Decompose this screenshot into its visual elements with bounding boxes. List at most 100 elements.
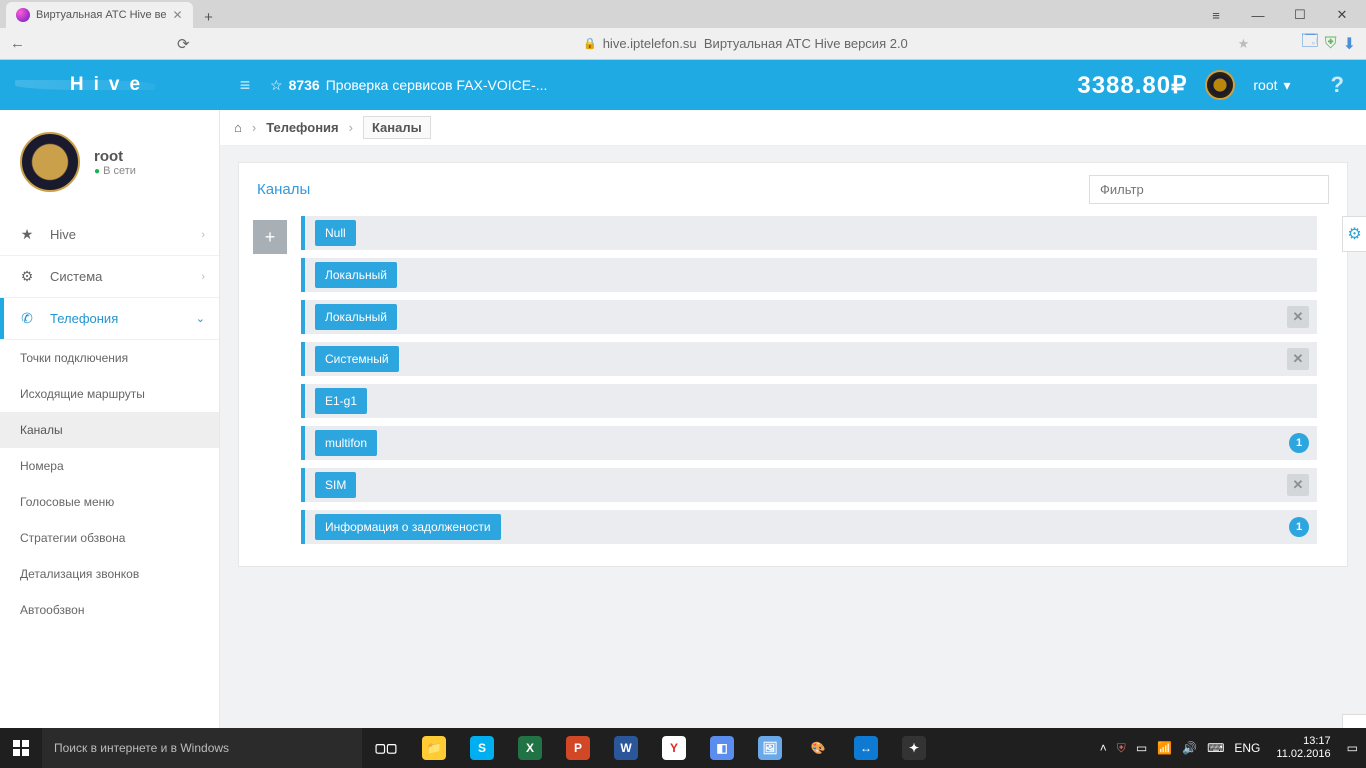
settings-tab-icon[interactable]: ⚙ [1342,216,1366,252]
channel-row[interactable]: SIM ✕ [301,468,1317,502]
sidebar-item-hive[interactable]: ★ Hive › [0,214,219,256]
breadcrumb-sep: › [252,120,256,135]
sidebar-toggle[interactable]: ≡ [220,75,270,96]
channel-tag[interactable]: Локальный [315,304,397,330]
taskbar-powerpoint[interactable]: P [554,728,602,768]
channel-tag[interactable]: multifon [315,430,377,456]
subnav-call-strategies[interactable]: Стратегии обзвона [0,520,219,556]
tray-chevron-up-icon[interactable]: ˄ [1100,741,1107,755]
chevron-right-icon: › [201,271,205,283]
channel-row[interactable]: E1-g1 [301,384,1317,418]
clock-date: 11.02.2016 [1276,748,1330,761]
delete-row-icon[interactable]: ✕ [1287,474,1309,496]
subnav-voice-menus[interactable]: Голосовые меню [0,484,219,520]
channel-row[interactable]: Null [301,216,1317,250]
home-icon[interactable]: ⌂ [234,120,242,135]
extension-icon[interactable]: 🗔 [1301,30,1318,57]
panel-head: Каналы [239,163,1347,216]
channel-row-actions: ✕ [1287,474,1309,496]
tray-notifications-icon[interactable]: ▭ [1347,741,1358,755]
new-tab-button[interactable]: + [197,6,221,28]
channel-row[interactable]: Локальный [301,258,1317,292]
channel-tag[interactable]: Null [315,220,356,246]
bookmark-star-icon[interactable]: ★ [1238,36,1250,52]
tray-volume-icon[interactable]: 🔊 [1182,741,1197,755]
star-icon: ★ [18,226,36,243]
chevron-right-icon: › [201,229,205,241]
shield-icon[interactable]: ⛨ [1325,35,1337,53]
add-channel-button[interactable]: + [253,220,287,254]
ticker-id: 8736 [289,77,320,93]
address-bar: ← ⟳ 🔒 hive.iptelefon.su Виртуальная АТС … [0,28,1366,60]
filter-input[interactable] [1089,175,1329,204]
subnav-auto-dial[interactable]: Автообзвон [0,592,219,628]
browser-tab[interactable]: Виртуальная АТС Hive ве ✕ [6,2,193,28]
window-controls: ≡ — ☐ ✕ [1196,2,1366,28]
subnav-call-details[interactable]: Детализация звонков [0,556,219,592]
subnav-numbers[interactable]: Номера [0,448,219,484]
close-window-button[interactable]: ✕ [1322,2,1362,28]
lock-icon: 🔒 [583,37,597,50]
channel-row[interactable]: Информация о задолжености 1 [301,510,1317,544]
subnav-outbound-routes[interactable]: Исходящие маршруты [0,376,219,412]
tray-lang[interactable]: ENG [1234,741,1260,755]
address-field[interactable]: 🔒 hive.iptelefon.su Виртуальная АТС Hive… [202,36,1290,51]
taskbar-yandex[interactable]: Y [650,728,698,768]
download-icon[interactable]: ⬇ [1343,34,1356,54]
taskbar-teamviewer[interactable]: ↔ [842,728,890,768]
channel-tag[interactable]: Системный [315,346,399,372]
delete-row-icon[interactable]: ✕ [1287,348,1309,370]
channel-tag[interactable]: Информация о задолжености [315,514,501,540]
channel-tag[interactable]: E1-g1 [315,388,367,414]
sidebar-item-telephony[interactable]: ✆ Телефония ⌄ [0,298,219,340]
user-menu[interactable]: root ▾ [1235,77,1308,94]
breadcrumb-telephony[interactable]: Телефония [266,120,338,135]
sidebar-item-system[interactable]: ⚙ Система › [0,256,219,298]
channel-row-actions: 1 [1289,433,1309,453]
channel-tag[interactable]: Локальный [315,262,397,288]
breadcrumb: ⌂ › Телефония › Каналы [220,110,1366,146]
sidebar-item-label: Телефония [50,311,118,326]
menu-icon[interactable]: ≡ [1196,2,1236,28]
chevron-down-icon: ▾ [1284,77,1291,94]
taskbar-word[interactable]: W [602,728,650,768]
delete-row-icon[interactable]: ✕ [1287,306,1309,328]
content: ⌂ › Телефония › Каналы Каналы + Null Лока… [220,110,1366,728]
sidebar-avatar [20,132,80,192]
channel-row-actions: ✕ [1287,348,1309,370]
start-button[interactable] [0,728,42,768]
help-button[interactable]: ? [1309,72,1366,98]
clock-time: 13:17 [1276,735,1330,748]
nav-back-button[interactable]: ← [10,35,25,52]
taskbar-search[interactable]: Поиск в интернете и в Windows [42,728,362,768]
minimize-button[interactable]: — [1238,2,1278,28]
header-ticker[interactable]: ☆ 8736 Проверка сервисов FAX-VOICE-... [270,77,547,94]
gear-icon: ⚙ [18,268,36,285]
maximize-button[interactable]: ☐ [1280,2,1320,28]
nav-reload-button[interactable]: ⟳ [177,35,190,53]
taskbar-skype[interactable]: S [458,728,506,768]
taskbar-clock[interactable]: 13:17 11.02.2016 [1270,735,1336,761]
tray-battery-icon[interactable]: ▭ [1136,741,1147,755]
taskbar-app2[interactable]: 🖼 [746,728,794,768]
sidebar-nav: ★ Hive › ⚙ Система › ✆ Телефония ⌄ Точки… [0,214,219,628]
phone-icon: ✆ [18,310,36,327]
channel-row[interactable]: multifon 1 [301,426,1317,460]
tray-keyboard-icon[interactable]: ⌨ [1207,741,1224,755]
channel-row[interactable]: Локальный ✕ [301,300,1317,334]
subnav-channels[interactable]: Каналы [0,412,219,448]
taskbar-app1[interactable]: ◧ [698,728,746,768]
subnav-connection-points[interactable]: Точки подключения [0,340,219,376]
taskbar-excel[interactable]: X [506,728,554,768]
sidebar-user-block: root ● В сети [0,110,219,214]
tab-close-icon[interactable]: ✕ [172,8,182,22]
taskbar-paint[interactable]: 🎨 [794,728,842,768]
channel-tag[interactable]: SIM [315,472,356,498]
task-view-button[interactable]: ▢▢ [362,728,410,768]
taskbar-explorer[interactable]: 📁 [410,728,458,768]
tray-wifi-icon[interactable]: 📶 [1157,741,1172,755]
tray-icon[interactable]: ⛨ [1117,741,1126,756]
count-badge: 1 [1289,517,1309,537]
channel-row[interactable]: Системный ✕ [301,342,1317,376]
taskbar-app3[interactable]: ✦ [890,728,938,768]
